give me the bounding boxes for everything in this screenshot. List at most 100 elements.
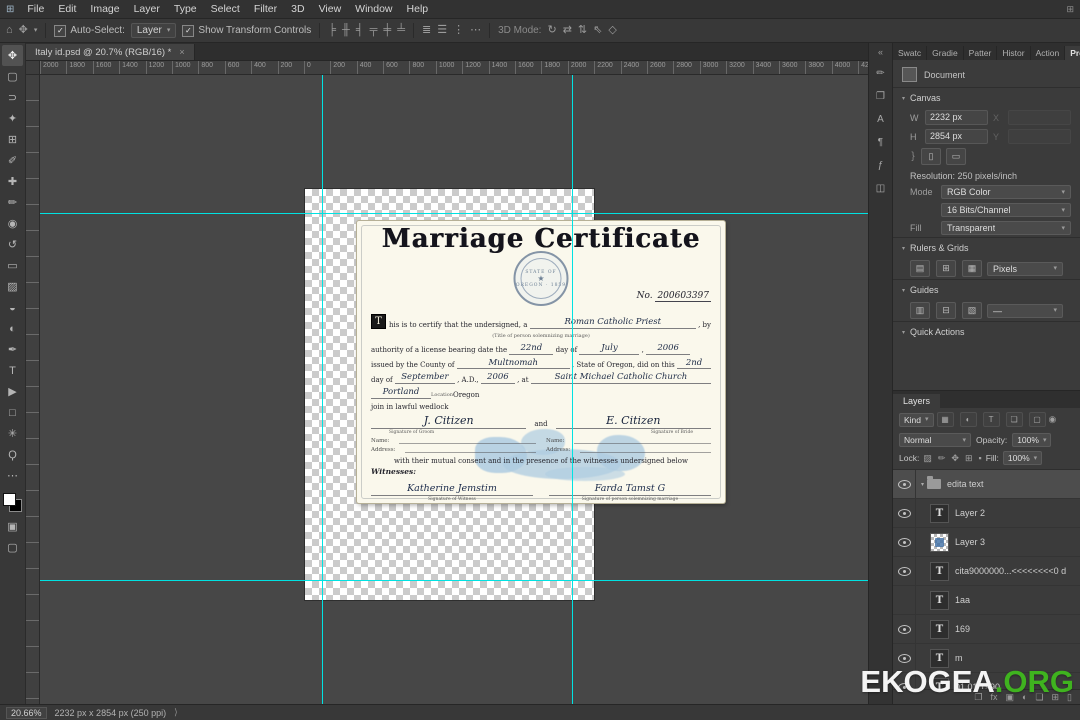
layer-name[interactable]: Layer 3: [955, 537, 985, 547]
eraser-tool[interactable]: ▭: [2, 255, 23, 276]
layer-row-group[interactable]: ▾ edita text: [893, 470, 1080, 499]
marriage-certificate-image[interactable]: Marriage Certificate STATE OF ★ OREGON ·…: [357, 221, 725, 503]
align-horizontal-centers-icon[interactable]: ╫: [342, 25, 350, 36]
height-input[interactable]: 2854 px: [925, 129, 988, 144]
units-select[interactable]: Pixels ▾: [987, 261, 1063, 276]
canvas-area[interactable]: Marriage Certificate STATE OF ★ OREGON ·…: [40, 75, 868, 704]
character-panel-icon[interactable]: A: [877, 114, 884, 125]
layer-row[interactable]: Layer 3: [893, 528, 1080, 557]
fill-input[interactable]: 100% ▾: [1002, 451, 1043, 465]
menu-item[interactable]: Select: [204, 3, 247, 15]
distribute-spacing-icon[interactable]: ⋮: [453, 25, 464, 36]
tab-history[interactable]: Histor: [997, 46, 1031, 60]
menu-item[interactable]: Edit: [51, 3, 83, 15]
layer-name[interactable]: 169: [955, 624, 970, 634]
opacity-input[interactable]: 100% ▾: [1012, 433, 1052, 447]
portrait-orientation-icon[interactable]: ▯: [921, 148, 941, 165]
layer-name[interactable]: edita text: [947, 479, 984, 489]
3d-roll-icon[interactable]: ⇄: [563, 25, 572, 36]
quick-actions-section-header[interactable]: ▾ Quick Actions: [893, 321, 1080, 342]
crop-tool[interactable]: ⊞: [2, 129, 23, 150]
foreground-color-swatch[interactable]: [3, 493, 16, 506]
clear-guides-icon[interactable]: ▧: [962, 302, 982, 319]
toggle-snap-icon[interactable]: ▦: [962, 260, 982, 277]
quick-mask-icon[interactable]: ▣: [2, 516, 23, 537]
new-guide-icon[interactable]: ▥: [910, 302, 930, 319]
more-options-icon[interactable]: ⋯: [470, 25, 481, 36]
layer-row[interactable]: T cita9000000...<<<<<<<<0 d: [893, 557, 1080, 586]
tool-preset-chevron-icon[interactable]: ▾: [34, 27, 38, 34]
lock-transparency-icon[interactable]: ▨: [923, 453, 932, 464]
canvas-fill-select[interactable]: Transparent ▾: [941, 221, 1071, 235]
lasso-tool[interactable]: ⊃: [2, 87, 23, 108]
color-mode-select[interactable]: RGB Color ▾: [941, 185, 1071, 199]
type-tool[interactable]: T: [2, 360, 23, 381]
layer-row[interactable]: T 1aa: [893, 586, 1080, 615]
distribute-vertical-icon[interactable]: ☰: [437, 25, 447, 36]
layer-name[interactable]: Layer 2: [955, 508, 985, 518]
guides-section-header[interactable]: ▾ Guides: [893, 279, 1080, 300]
path-selection-tool[interactable]: ▶: [2, 381, 23, 402]
foreground-background-colors[interactable]: [3, 493, 22, 512]
y-input[interactable]: [1008, 129, 1071, 144]
rectangular-marquee-tool[interactable]: ▢: [2, 66, 23, 87]
move-tool[interactable]: ✥: [2, 45, 23, 66]
layer-name[interactable]: 1aa: [955, 595, 970, 605]
tab-actions[interactable]: Action: [1031, 46, 1066, 60]
auto-select-checkbox[interactable]: ✓ Auto-Select:: [54, 24, 125, 37]
status-chevron-icon[interactable]: ⟩: [174, 707, 178, 718]
show-transform-controls-checkbox[interactable]: ✓ Show Transform Controls: [182, 24, 311, 37]
guide-layout-icon[interactable]: ⊟: [936, 302, 956, 319]
visibility-toggle[interactable]: [893, 470, 916, 498]
layer-row[interactable]: T 169: [893, 615, 1080, 644]
filter-switch-icon[interactable]: ◉: [1049, 414, 1057, 425]
rulers-grids-section-header[interactable]: ▾ Rulers & Grids: [893, 237, 1080, 258]
timeline-panel-icon[interactable]: ◫: [876, 183, 885, 194]
expand-panels-icon[interactable]: «: [878, 47, 883, 57]
layer-name[interactable]: m: [955, 653, 963, 663]
menu-item[interactable]: Image: [83, 3, 126, 15]
gradient-tool[interactable]: ▨: [2, 276, 23, 297]
hand-tool[interactable]: ✳: [2, 423, 23, 444]
align-vertical-centers-icon[interactable]: ╪: [383, 25, 391, 36]
menu-item[interactable]: View: [312, 3, 349, 15]
guide-vertical-right[interactable]: [572, 75, 573, 704]
tab-properties[interactable]: Properties: [1065, 46, 1080, 60]
filter-pixel-layers-icon[interactable]: ▦: [936, 412, 954, 427]
visibility-toggle[interactable]: [893, 615, 916, 643]
guide-style-select[interactable]: — ▾: [987, 303, 1063, 318]
lock-all-icon[interactable]: ▪: [978, 453, 981, 463]
align-right-edges-icon[interactable]: ╡: [356, 25, 364, 36]
quick-selection-tool[interactable]: ✦: [2, 108, 23, 129]
edit-toolbar-icon[interactable]: ⋯: [2, 465, 23, 486]
layer-name[interactable]: cita9000000...<<<<<<<<0 d: [955, 566, 1066, 576]
tab-patterns[interactable]: Patter: [964, 46, 998, 60]
align-left-edges-icon[interactable]: ╞: [328, 25, 336, 36]
guide-horizontal-top[interactable]: [40, 213, 868, 214]
workspace-switcher-icon[interactable]: ⊞: [1066, 4, 1074, 15]
width-input[interactable]: 2232 px: [925, 110, 988, 125]
landscape-orientation-icon[interactable]: ▭: [946, 148, 966, 165]
vertical-ruler[interactable]: [26, 75, 40, 704]
lock-artboard-icon[interactable]: ⊞: [965, 453, 973, 464]
tab-layers[interactable]: Layers: [893, 394, 941, 408]
bit-depth-select[interactable]: 16 Bits/Channel ▾: [941, 203, 1071, 217]
3d-scale-icon[interactable]: ◇: [608, 25, 616, 36]
visibility-toggle[interactable]: [893, 499, 916, 527]
filter-adjustment-layers-icon[interactable]: ◐: [959, 412, 977, 427]
healing-brush-tool[interactable]: ✚: [2, 171, 23, 192]
brush-settings-panel-icon[interactable]: ✏: [876, 68, 884, 79]
visibility-toggle[interactable]: [893, 586, 916, 614]
zoom-tool[interactable]: Ϙ: [2, 444, 23, 465]
toggle-grid-icon[interactable]: ⊞: [936, 260, 956, 277]
guide-horizontal-bottom[interactable]: [40, 580, 868, 581]
dodge-tool[interactable]: ◐: [2, 318, 23, 339]
distribute-horizontal-icon[interactable]: ≣: [422, 25, 431, 36]
blend-mode-select[interactable]: Normal ▾: [899, 433, 971, 447]
home-icon[interactable]: ⌂: [6, 25, 13, 36]
x-input[interactable]: [1008, 110, 1071, 125]
close-icon[interactable]: ×: [179, 47, 184, 57]
menu-item[interactable]: Type: [167, 3, 204, 15]
current-tool-icon[interactable]: ✥: [19, 25, 28, 36]
document-tab[interactable]: Italy id.psd @ 20.7% (RGB/16) * ×: [26, 44, 195, 60]
